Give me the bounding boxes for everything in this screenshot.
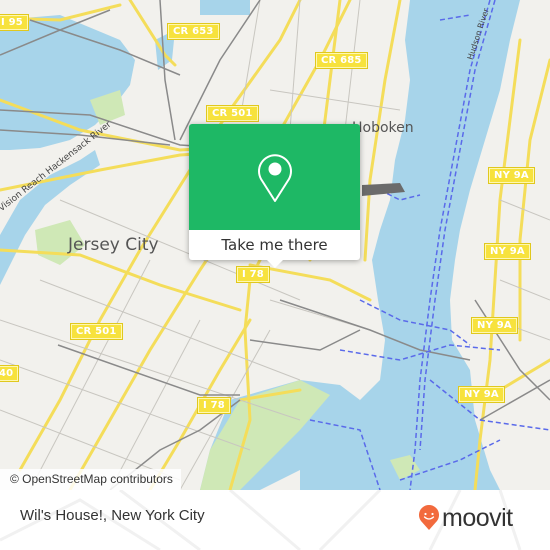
water-hackensack-bay bbox=[0, 15, 135, 150]
road-shield-ny9a-4: NY 9A bbox=[458, 386, 505, 403]
popup-tail bbox=[267, 260, 283, 268]
road-shield-ny9a-1: NY 9A bbox=[488, 167, 535, 184]
map-attribution[interactable]: © OpenStreetMap contributors bbox=[0, 469, 181, 490]
take-me-there-popup[interactable]: Take me there bbox=[189, 124, 360, 268]
moovit-wordmark: moovit bbox=[442, 503, 513, 532]
map-pin-icon bbox=[257, 154, 292, 202]
footer-bar: Wil's House!, New York City moovit bbox=[0, 490, 550, 550]
place-label-jersey-city: Jersey City bbox=[68, 235, 159, 255]
moovit-smiley-pin-icon bbox=[419, 505, 439, 530]
road-shield-cr653: CR 653 bbox=[167, 23, 220, 40]
road-shield-cr501-north: CR 501 bbox=[206, 105, 259, 122]
road-shield-i95: I 95 bbox=[0, 14, 29, 31]
water-upper bbox=[200, 0, 250, 15]
moovit-logo[interactable]: moovit bbox=[418, 505, 513, 531]
road-shield-cr501-south: CR 501 bbox=[70, 323, 123, 340]
road-shield-ny9a-2: NY 9A bbox=[484, 243, 531, 260]
road-shield-40: 40 bbox=[0, 365, 20, 382]
road-shield-cr685: CR 685 bbox=[315, 52, 368, 69]
road-shield-i78-north: I 78 bbox=[236, 266, 270, 283]
road-shield-i78-south: I 78 bbox=[197, 397, 231, 414]
popup-header bbox=[189, 124, 360, 230]
map-view[interactable]: I 95 CR 653 CR 685 CR 501 NY 9A NY 9A NY… bbox=[0, 0, 550, 490]
location-title: Wil's House!, New York City bbox=[20, 507, 205, 524]
road-shield-ny9a-3: NY 9A bbox=[471, 317, 518, 334]
place-label-hoboken: Hoboken bbox=[352, 120, 414, 136]
take-me-there-button[interactable]: Take me there bbox=[189, 230, 360, 260]
